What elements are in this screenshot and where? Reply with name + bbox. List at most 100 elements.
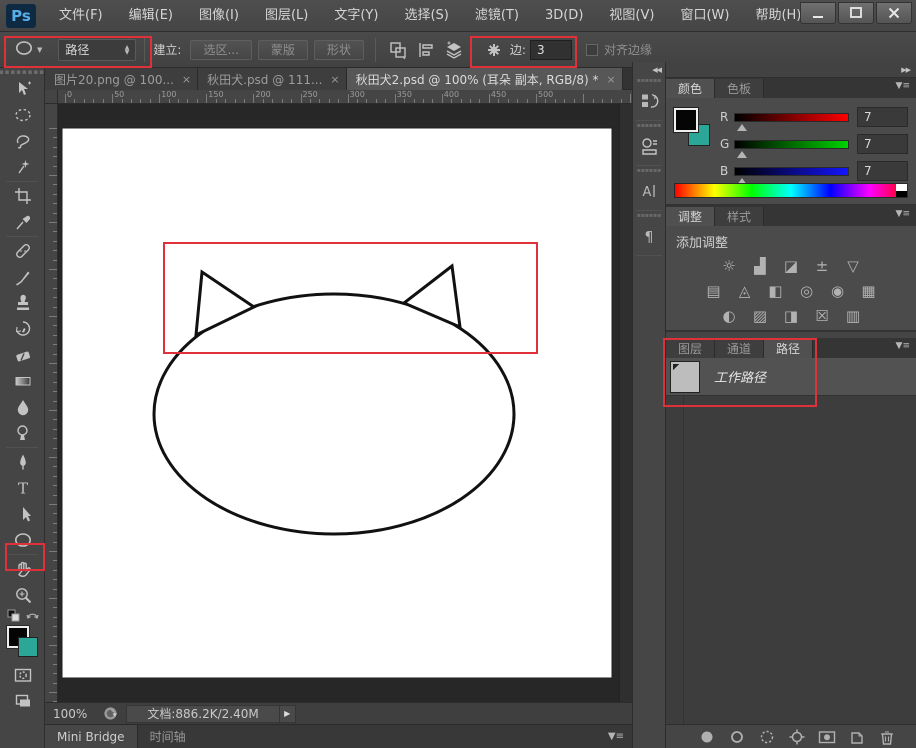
adjustments-tab[interactable]: 调整 — [666, 207, 716, 226]
path-arrangement-icon[interactable] — [442, 39, 466, 61]
bottom-tab-时间轴[interactable]: 时间轴 — [138, 725, 198, 748]
properties-panel-icon[interactable] — [633, 129, 665, 163]
crop-tool[interactable] — [0, 183, 45, 209]
menu-v[interactable]: 视图(V) — [596, 0, 667, 32]
eyedropper-tool[interactable] — [0, 209, 45, 235]
channel-mixer-icon[interactable]: ◉ — [827, 281, 849, 301]
panel-menu-icon[interactable]: ▼≡ — [896, 81, 910, 91]
magic-wand-tool[interactable] — [0, 154, 45, 180]
delete-path-button[interactable] — [876, 728, 898, 746]
paths-tab[interactable]: 图层 — [666, 339, 716, 358]
brightness-contrast-icon[interactable]: ☼ — [718, 256, 740, 276]
make-形状-button[interactable]: 形状 — [313, 39, 364, 60]
document-tab[interactable]: 秋田犬.psd @ 111... × — [198, 68, 347, 90]
close-icon[interactable]: × — [182, 73, 191, 86]
paragraph-panel-icon[interactable]: ¶ — [633, 219, 665, 253]
curves-icon[interactable]: ◪ — [780, 256, 802, 276]
blur-tool[interactable] — [0, 394, 45, 420]
type-tool[interactable]: T — [0, 475, 45, 501]
minimize-button[interactable] — [800, 2, 836, 24]
quick-mask-button[interactable] — [0, 662, 45, 688]
close-icon[interactable]: × — [330, 73, 339, 86]
dodge-tool[interactable] — [0, 420, 45, 446]
tool-mode-select[interactable]: 路径 ▲ ▼ — [58, 38, 137, 61]
stroke-path-button[interactable] — [726, 728, 748, 746]
spectrum-bw-corner[interactable] — [896, 184, 907, 197]
history-panel-icon[interactable] — [633, 84, 665, 118]
paths-tab[interactable]: 通道 — [715, 339, 765, 358]
maximize-button[interactable] — [838, 2, 874, 24]
channel-slider[interactable] — [733, 139, 849, 158]
path-alignment-icon[interactable] — [414, 39, 438, 61]
panel-menu-icon[interactable]: ▼≡ — [608, 731, 624, 742]
photo-filter-icon[interactable]: ◎ — [796, 281, 818, 301]
color-lookup-icon[interactable]: ▦ — [858, 281, 880, 301]
make-蒙版-button[interactable]: 蒙版 — [257, 39, 308, 60]
fill-path-button[interactable] — [696, 728, 718, 746]
color-tab[interactable]: 颜色 — [666, 79, 716, 98]
menu-w[interactable]: 窗口(W) — [667, 0, 742, 32]
close-icon[interactable]: × — [606, 73, 615, 86]
history-brush-tool[interactable] — [0, 316, 45, 342]
make-选区-button[interactable]: 选区... — [190, 39, 252, 60]
path-thumbnail[interactable] — [670, 360, 700, 393]
tool-preset-picker[interactable]: ▼ — [10, 36, 46, 63]
slider-thumb[interactable] — [736, 123, 747, 131]
levels-icon[interactable]: ▟ — [749, 256, 771, 276]
channel-value-input[interactable]: 7 — [857, 134, 908, 154]
panel-menu-icon[interactable]: ▼≡ — [896, 341, 910, 351]
document-tab[interactable]: 秋田犬2.psd @ 100% (耳朵 副本, RGB/8) * × — [346, 68, 623, 90]
new-path-button[interactable] — [846, 728, 868, 746]
gear-icon[interactable] — [482, 39, 506, 61]
background-color-swatch[interactable] — [18, 637, 38, 657]
hand-tool[interactable] — [0, 556, 45, 582]
menu-i[interactable]: 图像(I) — [186, 0, 252, 32]
brush-tool[interactable] — [0, 264, 45, 290]
zoom-level[interactable]: 100% — [45, 707, 95, 721]
gradient-tool[interactable] — [0, 368, 45, 394]
panel-grip[interactable]: ▪▪▪▪▪▪▪▪ — [0, 68, 44, 76]
close-button[interactable] — [876, 2, 912, 24]
menu-s[interactable]: 选择(S) — [391, 0, 461, 32]
channel-value-input[interactable]: 7 — [857, 161, 908, 181]
expand-panels-icon[interactable]: ◀◀ — [633, 62, 665, 78]
black-white-icon[interactable]: ◧ — [765, 281, 787, 301]
bottom-tab-mini-bridge[interactable]: Mini Bridge — [45, 724, 138, 748]
screen-mode-button[interactable] — [0, 688, 45, 714]
move-tool[interactable] — [0, 76, 45, 102]
menu-l[interactable]: 图层(L) — [252, 0, 321, 32]
work-path-item[interactable]: 工作路径 — [666, 358, 916, 396]
zoom-tool[interactable] — [0, 582, 45, 608]
slider-thumb[interactable] — [736, 150, 747, 158]
channel-value-input[interactable]: 7 — [857, 107, 908, 127]
document-tab[interactable]: 图片20.png @ 100... × — [45, 68, 199, 90]
path-operations-icon[interactable] — [386, 39, 410, 61]
menu-t[interactable]: 滤镜(T) — [462, 0, 532, 32]
path-selection-tool[interactable] — [0, 501, 45, 527]
foreground-color-swatch[interactable] — [673, 107, 699, 133]
eraser-tool[interactable] — [0, 342, 45, 368]
status-options-arrow[interactable]: ▶ — [279, 704, 296, 723]
ellipse-tool[interactable] — [0, 527, 45, 553]
align-edges-checkbox[interactable] — [585, 43, 598, 56]
menu-dd[interactable]: 3D(D) — [532, 0, 596, 32]
document-size-info[interactable]: 文档:886.2K/2.40M — [126, 704, 280, 723]
channel-slider[interactable] — [733, 112, 849, 131]
vertical-scrollbar[interactable] — [619, 104, 632, 702]
adjustments-tab[interactable]: 样式 — [715, 207, 765, 226]
paths-tab[interactable]: 路径 — [764, 339, 814, 358]
collapse-panels-icon[interactable]: ▶▶ — [901, 66, 911, 74]
character-panel-icon[interactable]: A — [633, 174, 665, 208]
marquee-tool[interactable] — [0, 102, 45, 128]
posterize-icon[interactable]: ▨ — [749, 306, 771, 326]
exposure-icon[interactable]: ± — [811, 256, 833, 276]
make-work-path-button[interactable] — [786, 728, 808, 746]
add-mask-button[interactable] — [816, 728, 838, 746]
pen-tool[interactable] — [0, 449, 45, 475]
canvas-viewport[interactable] — [58, 104, 632, 702]
invert-icon[interactable]: ◐ — [718, 306, 740, 326]
default-colors-icon[interactable] — [7, 607, 20, 626]
hue-saturation-icon[interactable]: ▤ — [703, 281, 725, 301]
menu-f[interactable]: 文件(F) — [46, 0, 116, 32]
threshold-icon[interactable]: ◨ — [780, 306, 802, 326]
